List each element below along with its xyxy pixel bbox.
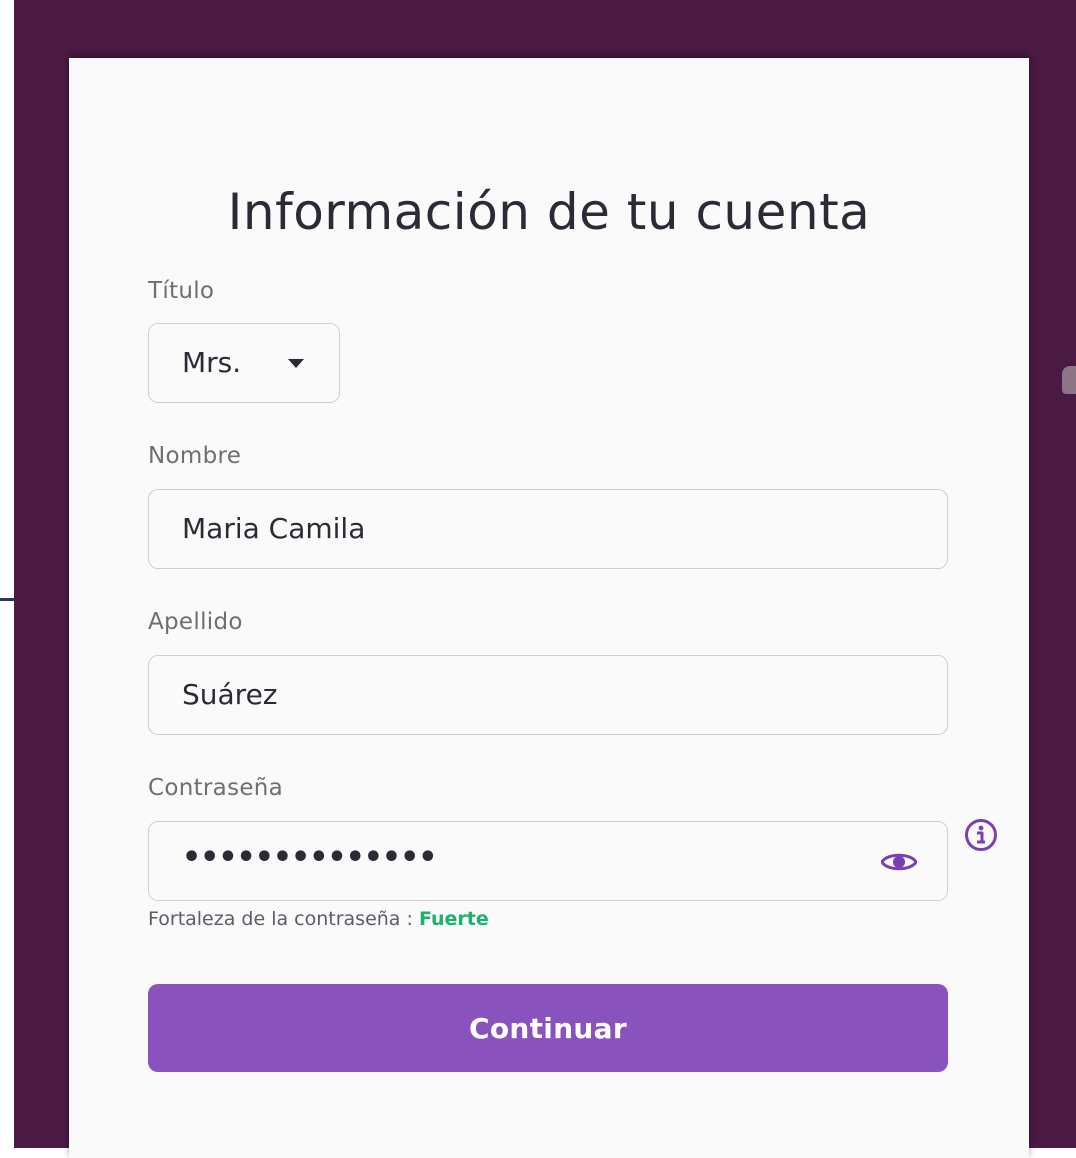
- apellido-field-value: Suárez: [182, 678, 278, 711]
- nombre-field-value: Maria Camila: [182, 512, 366, 545]
- password-strength-value: Fuerte: [418, 908, 489, 930]
- password-strength-label: Fortaleza de la contraseña :: [148, 908, 413, 930]
- info-icon[interactable]: [964, 818, 998, 852]
- nombre-field[interactable]: Maria Camila: [148, 489, 948, 569]
- chevron-down-icon: [288, 359, 304, 368]
- continue-button[interactable]: Continuar: [148, 984, 948, 1072]
- apellido-field[interactable]: Suárez: [148, 655, 948, 735]
- nombre-label: Nombre: [148, 443, 242, 469]
- apellido-label: Apellido: [148, 609, 243, 635]
- password-field-value: ••••••••••••••: [182, 840, 437, 875]
- titulo-label: Título: [148, 278, 215, 304]
- eye-icon[interactable]: [881, 851, 917, 873]
- titulo-select[interactable]: Mrs.: [148, 323, 340, 403]
- titulo-select-value: Mrs.: [182, 346, 242, 379]
- background-icon-partial: [1062, 366, 1076, 394]
- password-strength: Fortaleza de la contraseña : Fuerte: [148, 906, 489, 932]
- account-info-card: Información de tu cuenta Título Mrs. Nom…: [69, 58, 1029, 1158]
- page-title: Información de tu cuenta: [227, 183, 871, 241]
- page-edge: [0, 0, 14, 1148]
- password-label: Contraseña: [148, 775, 284, 801]
- password-field[interactable]: ••••••••••••••: [148, 821, 948, 901]
